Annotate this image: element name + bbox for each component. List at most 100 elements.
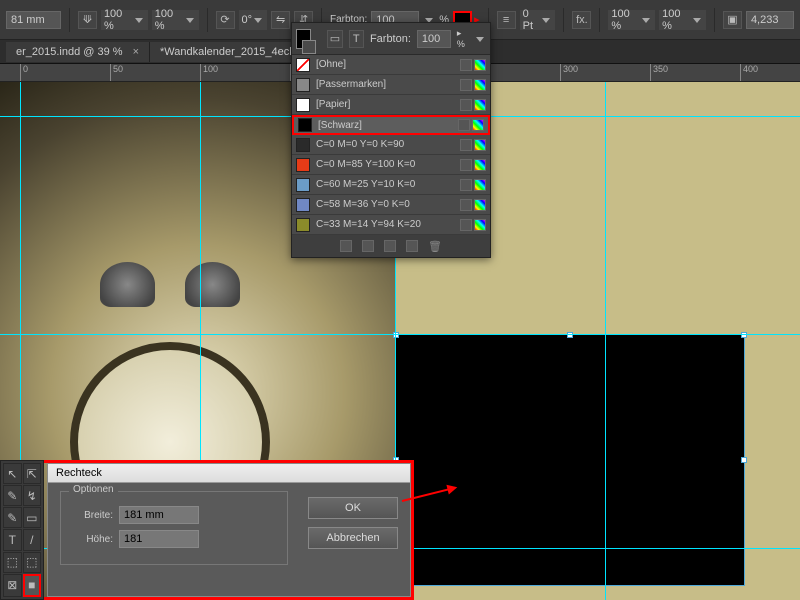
scale-y-dropdown[interactable]: 100 % — [152, 10, 199, 30]
swatch-row[interactable]: [Passermarken] — [292, 75, 490, 95]
chevron-down-icon — [184, 14, 196, 26]
fx-icon[interactable]: fx. — [572, 11, 591, 29]
text-fill-icon[interactable]: T — [349, 30, 364, 48]
swatch-meta-icon — [460, 159, 472, 171]
tool-button[interactable]: ✎ — [3, 485, 22, 506]
swatch-label: C=60 M=25 Y=10 K=0 — [316, 179, 454, 190]
stroke-dropdown[interactable]: 0 Pt — [520, 10, 556, 30]
swatch-meta-icon — [474, 79, 486, 91]
tool-button[interactable]: ⊠ — [3, 574, 22, 597]
height-input[interactable] — [119, 530, 199, 548]
swatch-meta-icon — [474, 219, 486, 231]
swatch-meta-icon — [460, 139, 472, 151]
swatch-meta-icon — [474, 59, 486, 71]
swatch-chip — [296, 138, 310, 152]
swatch-meta-icon — [460, 59, 472, 71]
height-label: Höhe: — [71, 534, 113, 545]
chevron-down-icon — [691, 14, 703, 26]
options-group: Optionen Breite: Höhe: — [60, 491, 288, 565]
new-swatch-icon[interactable] — [340, 240, 352, 252]
crop-icon[interactable]: ▣ — [723, 11, 742, 29]
rotate-dropdown[interactable]: 0° — [239, 10, 268, 30]
swatches-footer: 🗑 — [292, 235, 490, 257]
swatch-chip — [296, 98, 310, 112]
tool-button[interactable]: ↯ — [23, 485, 42, 506]
container-fill-icon[interactable]: ▭ — [327, 30, 342, 48]
trash-icon[interactable]: 🗑 — [428, 240, 442, 253]
flip-h-icon[interactable]: ⇋ — [271, 11, 290, 29]
swatch-row[interactable]: [Ohne] — [292, 55, 490, 75]
swatch-label: C=33 M=14 Y=94 K=20 — [316, 219, 454, 230]
swatch-meta-icon — [474, 159, 486, 171]
swatches-panel: ▭ T Farbton: ▸ % [Ohne] [Passermarken] [Pa… — [291, 22, 491, 258]
size-input[interactable] — [6, 11, 61, 29]
link-icon[interactable]: ⟱ — [78, 11, 97, 29]
chevron-down-icon — [640, 14, 652, 26]
tool-button[interactable]: ↖ — [3, 463, 22, 484]
swatch-meta-icon — [460, 179, 472, 191]
panel-tint-input[interactable] — [417, 30, 451, 48]
swatch-type-icon[interactable] — [362, 240, 374, 252]
swatch-meta-icon — [460, 79, 472, 91]
tool-button[interactable]: / — [23, 529, 42, 550]
width-label: Breite: — [71, 510, 113, 521]
tool-palette: ↖⇱✎↯✎▭T/⬚⬚⊠■ — [0, 460, 44, 600]
swatch-meta-icon — [474, 179, 486, 191]
tool-button[interactable]: ▭ — [23, 507, 42, 528]
tool-button[interactable]: ⬚ — [3, 552, 22, 573]
swatch-meta-icon — [474, 99, 486, 111]
swatch-chip — [296, 198, 310, 212]
swatch-chip — [296, 158, 310, 172]
cancel-button[interactable]: Abbrechen — [308, 527, 398, 549]
swatch-row[interactable]: C=0 M=0 Y=0 K=90 — [292, 135, 490, 155]
width-input[interactable] — [119, 506, 199, 524]
tool-button[interactable]: ✎ — [3, 507, 22, 528]
scale-x-dropdown[interactable]: 100 % — [101, 10, 148, 30]
swatch-chip — [298, 118, 312, 132]
swatch-meta-icon — [460, 99, 472, 111]
swatch-label: [Papier] — [316, 99, 454, 110]
swatch-row[interactable]: C=60 M=25 Y=10 K=0 — [292, 175, 490, 195]
dialog-title: Rechteck — [48, 464, 410, 483]
chevron-down-icon — [474, 33, 486, 45]
tool-button[interactable]: T — [3, 529, 22, 550]
rotate-icon[interactable]: ⟳ — [216, 11, 235, 29]
rectangle-dialog: Rechteck Optionen Breite: Höhe: OK Abbre… — [47, 463, 411, 597]
swatch-meta-icon — [460, 199, 472, 211]
chevron-down-icon — [540, 14, 552, 26]
swatch-label: [Schwarz] — [318, 120, 452, 131]
swatch-chip — [296, 78, 310, 92]
swatch-row[interactable]: C=0 M=85 Y=100 K=0 — [292, 155, 490, 175]
swatch-chip — [296, 218, 310, 232]
swatch-label: C=0 M=0 Y=0 K=90 — [316, 139, 454, 150]
swatches-header: ▭ T Farbton: ▸ % — [292, 23, 490, 55]
swatch-label: [Ohne] — [316, 59, 454, 70]
rectangle-tool[interactable]: ■ — [23, 574, 42, 597]
swatch-label: [Passermarken] — [316, 79, 454, 90]
swatch-meta-icon — [458, 119, 470, 131]
coord-input[interactable] — [746, 11, 794, 29]
swatch-type2-icon[interactable] — [384, 240, 396, 252]
swatch-row[interactable]: C=33 M=14 Y=94 K=20 — [292, 215, 490, 235]
pct4-dropdown[interactable]: 100 % — [659, 10, 706, 30]
swatch-meta-icon — [472, 119, 484, 131]
stroke-weight-icon: ≡ — [497, 11, 516, 29]
swatch-meta-icon — [460, 219, 472, 231]
swatch-label: C=58 M=36 Y=0 K=0 — [316, 199, 454, 210]
new-folder-icon[interactable] — [406, 240, 418, 252]
highlight-frame: Rechteck Optionen Breite: Höhe: OK Abbre… — [0, 460, 414, 600]
swatch-row[interactable]: [Papier] — [292, 95, 490, 115]
tab-doc1[interactable]: er_2015.indd @ 39 % — [6, 42, 150, 62]
chevron-down-icon — [133, 14, 145, 26]
ok-button[interactable]: OK — [308, 497, 398, 519]
tool-button[interactable]: ⇱ — [23, 463, 42, 484]
active-fill-icon[interactable] — [296, 29, 311, 49]
swatch-meta-icon — [474, 199, 486, 211]
swatch-chip — [296, 178, 310, 192]
swatch-row[interactable]: C=58 M=36 Y=0 K=0 — [292, 195, 490, 215]
swatch-label: C=0 M=85 Y=100 K=0 — [316, 159, 454, 170]
pct3-dropdown[interactable]: 100 % — [608, 10, 655, 30]
swatch-chip — [296, 58, 310, 72]
tool-button[interactable]: ⬚ — [23, 552, 42, 573]
swatch-row[interactable]: [Schwarz] — [292, 115, 490, 135]
